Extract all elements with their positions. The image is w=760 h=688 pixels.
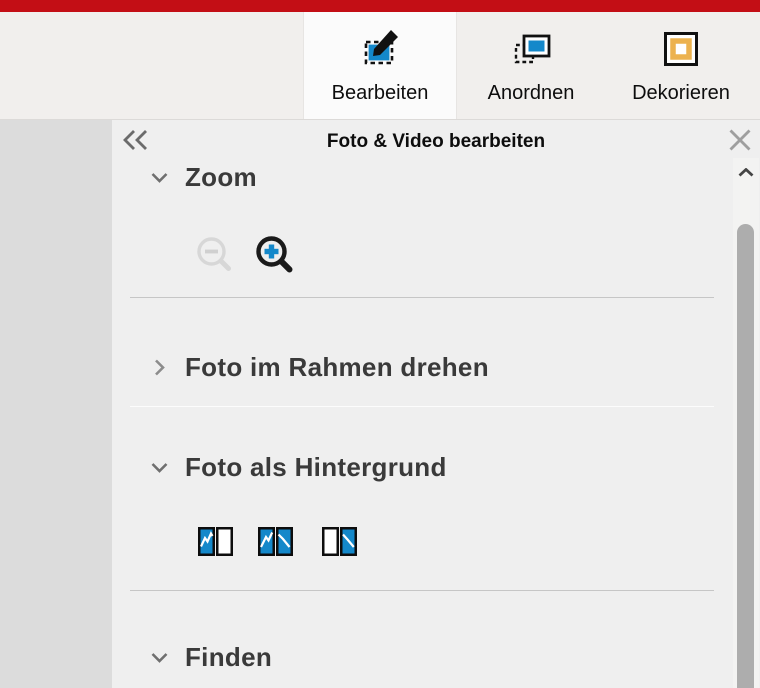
section-divider (130, 590, 714, 591)
panel-title: Foto & Video bearbeiten (112, 131, 760, 153)
section-title-foto-im-rahmen-drehen: Foto im Rahmen drehen (185, 352, 489, 383)
top-accent-bar (0, 0, 760, 12)
section-title-zoom: Zoom (185, 162, 257, 193)
arrange-icon (508, 27, 554, 73)
chevron-down-icon (150, 462, 168, 473)
edit-panel: Foto & Video bearbeiten Zoom (112, 120, 760, 688)
chevron-down-icon (150, 172, 168, 183)
section-header-foto-als-hintergrund[interactable]: Foto als Hintergrund (150, 452, 447, 482)
section-header-zoom[interactable]: Zoom (150, 162, 257, 192)
background-both-pages-button[interactable] (258, 527, 293, 556)
section-divider (130, 297, 714, 298)
background-right-page-button[interactable] (322, 527, 357, 556)
tab-dekorieren-label: Dekorieren (632, 82, 730, 105)
section-header-finden[interactable]: Finden (150, 642, 272, 672)
main-toolbar: Bearbeiten Anordnen Dekorieren (0, 12, 760, 120)
tab-dekorieren[interactable]: Dekorieren (611, 12, 751, 119)
panel-close-button[interactable] (726, 127, 754, 153)
zoom-out-button[interactable] (194, 234, 236, 276)
background-left-page-icon (198, 527, 233, 556)
scrollbar-thumb[interactable] (737, 224, 754, 688)
tab-anordnen[interactable]: Anordnen (466, 12, 596, 119)
section-header-foto-im-rahmen-drehen[interactable]: Foto im Rahmen drehen (150, 352, 489, 382)
zoom-out-icon (194, 234, 236, 276)
panel-scrollbar[interactable] (733, 158, 759, 688)
close-icon (728, 128, 752, 152)
chevron-down-icon (150, 652, 168, 663)
edit-photo-icon (357, 27, 403, 73)
decorate-icon (658, 27, 704, 73)
content-area: Foto & Video bearbeiten Zoom (0, 120, 760, 688)
tab-bearbeiten-label: Bearbeiten (332, 82, 429, 105)
chevron-up-icon (738, 168, 754, 177)
chevron-right-icon (150, 359, 168, 376)
tab-anordnen-label: Anordnen (488, 82, 575, 105)
background-both-pages-icon (258, 527, 293, 556)
scroll-up-button[interactable] (733, 164, 759, 180)
tab-bearbeiten[interactable]: Bearbeiten (303, 12, 457, 119)
section-divider (130, 406, 714, 407)
section-title-finden: Finden (185, 642, 272, 673)
zoom-in-button[interactable] (254, 234, 296, 276)
section-title-foto-als-hintergrund: Foto als Hintergrund (185, 452, 447, 483)
background-right-page-icon (322, 527, 357, 556)
zoom-in-icon (254, 234, 296, 276)
background-left-page-button[interactable] (198, 527, 233, 556)
